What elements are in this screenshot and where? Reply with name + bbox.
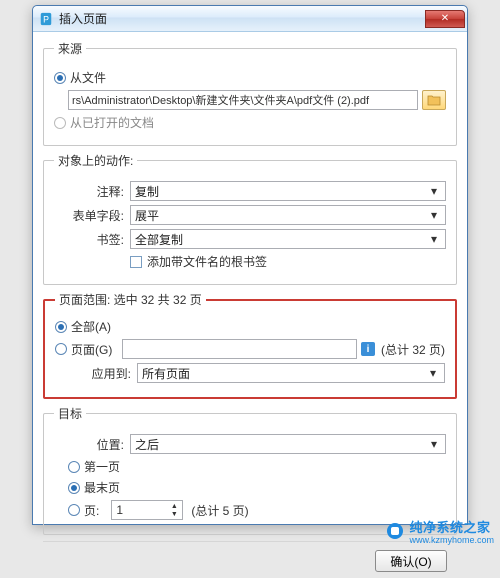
label-apply: 应用到: (55, 365, 131, 382)
radio-all-pages[interactable]: 全部(A) (55, 318, 111, 335)
info-icon[interactable]: i (361, 342, 375, 356)
groupbox-actions: 对象上的动作: 注释: 复制 ▾ 表单字段: 展平 ▾ 书签: 全部复制 ▾ 添加带文… (43, 152, 457, 285)
select-apply-value: 所有页面 (142, 365, 190, 382)
legend-actions: 对象上的动作: (54, 152, 137, 169)
chevron-down-icon: ▾ (427, 208, 441, 222)
groupbox-destination: 目标 位置: 之后 ▾ 第一页 最末页 页: 1 ▲▼ (总计 5 页) (43, 405, 457, 535)
radio-from-open[interactable]: 从已打开的文档 (54, 114, 154, 131)
close-button[interactable]: ✕ (425, 10, 465, 28)
dialog-window: P 插入页面 ✕ 来源 从文件 rs\Administrator\Desktop… (32, 5, 468, 525)
radio-dot-icon (55, 343, 67, 355)
groupbox-page-range: 页面范围: 选中 32 共 32 页 全部(A) 页面(G) i (总计 32 … (43, 291, 457, 399)
app-icon: P (39, 12, 53, 26)
groupbox-source: 来源 从文件 rs\Administrator\Desktop\新建文件夹\文件… (43, 40, 457, 146)
radio-dot-icon (68, 461, 80, 473)
watermark: 纯净系统之家 www.kzmyhome.com (387, 517, 494, 545)
button-bar: 确认(O) (43, 541, 457, 572)
legend-source: 来源 (54, 40, 86, 57)
label-annot: 注释: (54, 183, 124, 200)
dialog-body: 来源 从文件 rs\Administrator\Desktop\新建文件夹\文件… (33, 32, 467, 578)
chevron-down-icon: ▾ (427, 437, 441, 451)
radio-first-page[interactable]: 第一页 (68, 458, 120, 475)
page-spinner-value: 1 (116, 503, 123, 517)
label-bookmark: 书签: (54, 231, 124, 248)
window-title: 插入页面 (59, 10, 107, 27)
select-apply[interactable]: 所有页面 ▾ (137, 363, 445, 383)
checkbox-label: 添加带文件名的根书签 (147, 253, 267, 270)
radio-all-label: 全部(A) (71, 318, 111, 335)
select-bookmark[interactable]: 全部复制 ▾ (130, 229, 446, 249)
checkbox-root-bookmark[interactable]: 添加带文件名的根书签 (130, 253, 267, 270)
radio-page-number[interactable]: 页: (68, 502, 99, 519)
radio-first-label: 第一页 (84, 458, 120, 475)
radio-dot-icon (68, 482, 80, 494)
svg-text:P: P (43, 14, 49, 24)
radio-page-label: 页: (84, 502, 99, 519)
radio-from-file-label: 从文件 (70, 69, 106, 86)
spinner-down-icon[interactable]: ▼ (168, 510, 180, 518)
radio-from-file[interactable]: 从文件 (54, 69, 106, 86)
page-spinner[interactable]: 1 ▲▼ (111, 500, 183, 520)
ok-button[interactable]: 确认(O) (375, 550, 447, 572)
select-annot-value: 复制 (135, 183, 159, 200)
chevron-down-icon: ▾ (427, 232, 441, 246)
total-pages-label: (总计 32 页) (381, 341, 445, 358)
select-annot[interactable]: 复制 ▾ (130, 181, 446, 201)
radio-from-open-label: 从已打开的文档 (70, 114, 154, 131)
radio-dot-icon (55, 321, 67, 333)
checkbox-icon (130, 256, 142, 268)
radio-dot-icon (68, 504, 80, 516)
file-path-input[interactable]: rs\Administrator\Desktop\新建文件夹\文件夹A\pdf文… (68, 90, 418, 110)
file-path-value: rs\Administrator\Desktop\新建文件夹\文件夹A\pdf文… (72, 95, 369, 107)
radio-pages-label: 页面(G) (71, 341, 112, 358)
close-icon: ✕ (441, 13, 449, 24)
label-form: 表单字段: (54, 207, 124, 224)
radio-dot-icon (54, 117, 66, 129)
select-position[interactable]: 之后 ▾ (130, 434, 446, 454)
right-edge (463, 32, 467, 524)
watermark-icon (387, 523, 403, 539)
legend-dest: 目标 (54, 405, 86, 422)
chevron-down-icon: ▾ (427, 184, 441, 198)
browse-button[interactable] (422, 90, 446, 110)
pages-input[interactable] (122, 339, 357, 359)
select-form[interactable]: 展平 ▾ (130, 205, 446, 225)
label-position: 位置: (54, 436, 124, 453)
select-bookmark-value: 全部复制 (135, 231, 183, 248)
radio-last-page[interactable]: 最末页 (68, 479, 120, 496)
ok-button-label: 确认(O) (390, 553, 431, 570)
spinner-up-icon[interactable]: ▲ (168, 502, 180, 510)
radio-pages[interactable]: 页面(G) (55, 341, 112, 358)
watermark-url: www.kzmyhome.com (409, 535, 494, 545)
chevron-down-icon: ▾ (426, 366, 440, 380)
dest-total-label: (总计 5 页) (191, 502, 248, 519)
select-position-value: 之后 (135, 436, 159, 453)
radio-last-label: 最末页 (84, 479, 120, 496)
select-form-value: 展平 (135, 207, 159, 224)
radio-dot-icon (54, 72, 66, 84)
legend-range: 页面范围: 选中 32 共 32 页 (55, 291, 206, 308)
titlebar[interactable]: P 插入页面 ✕ (33, 6, 467, 32)
watermark-text: 纯净系统之家 (409, 520, 490, 535)
folder-icon (427, 94, 441, 106)
